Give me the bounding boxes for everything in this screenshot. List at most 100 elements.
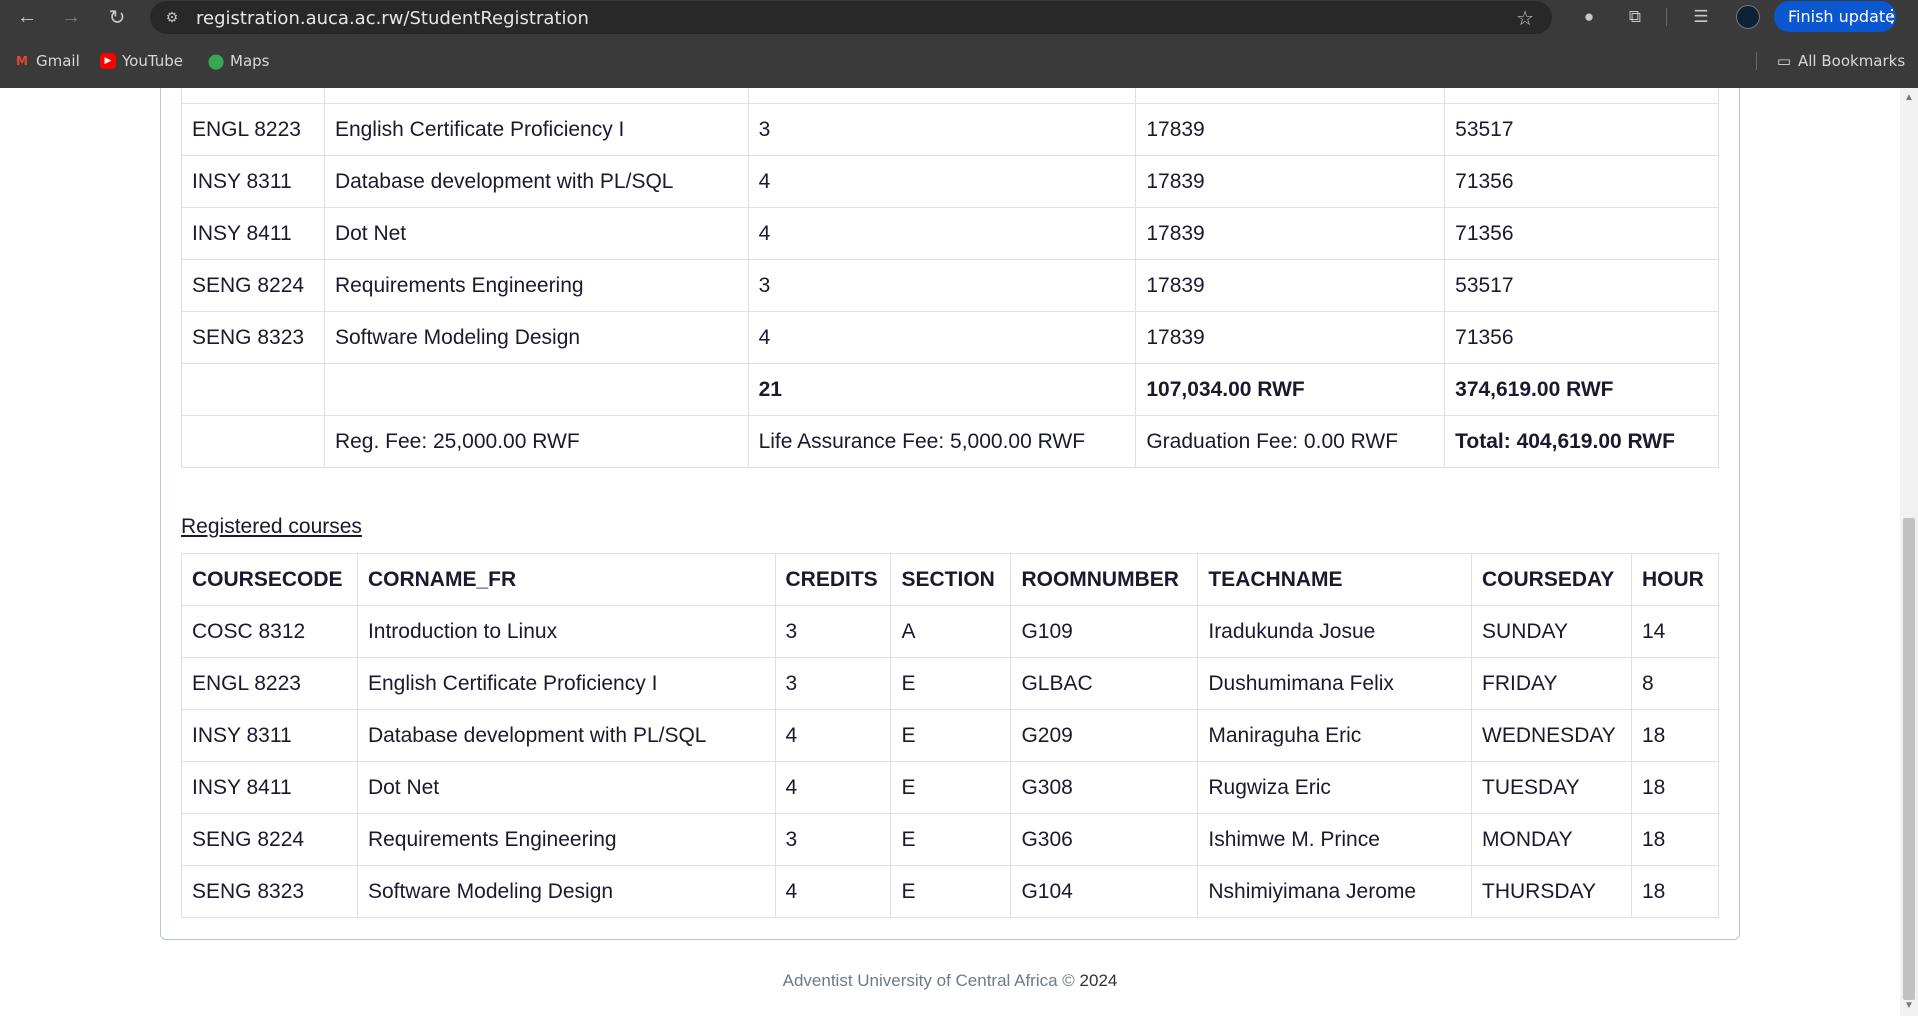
- course-name-cell: Introduction to Linux: [356, 605, 776, 658]
- bookmark-gmail[interactable]: M Gmail: [14, 52, 80, 70]
- course-code-cell: INSY 8411: [181, 207, 325, 260]
- bookmark-maps[interactable]: ⬤ Maps: [207, 52, 270, 70]
- course-name-cell: Introduction to Linux: [323, 88, 749, 104]
- course-name-cell: Dot Net: [323, 207, 749, 260]
- course-day-cell: FRIDAY: [1471, 657, 1632, 710]
- course-name-cell: Dot Net: [356, 761, 776, 814]
- finish-update-button[interactable]: Finish update: [1774, 1, 1896, 32]
- room-cell: G209: [1010, 709, 1199, 762]
- room-cell: G109: [1010, 605, 1199, 658]
- hour-cell: 8: [1630, 657, 1720, 710]
- credits-cell: 4: [747, 207, 1137, 260]
- room-cell: G308: [1010, 761, 1199, 814]
- unit-fee-cell: 17839: [1135, 103, 1446, 156]
- table-row: SENG 8224 Requirements Engineering 3 178…: [181, 259, 1719, 312]
- credits-cell: 4: [774, 865, 892, 918]
- room-cell: GLBAC: [1010, 657, 1199, 710]
- registered-courses-link[interactable]: Registered courses: [181, 515, 362, 539]
- credits-cell: 3: [747, 259, 1137, 312]
- bookmarks-bar: M Gmail ▶ YouTube ⬤ Maps ▭ All Bookmarks: [0, 44, 1918, 80]
- table-row: INSY 8311 Database development with PL/S…: [181, 155, 1719, 208]
- back-arrow-icon[interactable]: ←: [12, 2, 42, 32]
- course-day-cell: THURSDAY: [1471, 865, 1632, 918]
- credits-cell: 3: [774, 605, 892, 658]
- life-assurance-fee-cell: Life Assurance Fee: 5,000.00 RWF: [747, 415, 1137, 468]
- credits-cell: 3: [747, 88, 1137, 104]
- credits-cell: 4: [774, 709, 892, 762]
- section-cell: E: [890, 761, 1012, 814]
- reload-icon[interactable]: ↻: [102, 2, 132, 32]
- unit-fee-cell: 17839: [1135, 207, 1446, 260]
- scroll-down-arrow-icon[interactable]: ▼: [1904, 1000, 1914, 1011]
- course-code-cell: INSY 8411: [181, 761, 358, 814]
- address-bar[interactable]: ⚙ registration.auca.ac.rw/StudentRegistr…: [150, 1, 1552, 34]
- all-bookmarks[interactable]: ▭ All Bookmarks: [1776, 52, 1905, 70]
- table-row: ENGL 8223 English Certificate Proficienc…: [181, 103, 1719, 156]
- amount-cell: 53517: [1444, 103, 1719, 156]
- column-header: HOUR: [1630, 553, 1720, 606]
- page-content: COSC 8312 Introduction to Linux 3 17839 …: [0, 88, 1900, 1016]
- section-cell: A: [890, 605, 1012, 658]
- empty-cell: [181, 415, 325, 468]
- course-day-cell: MONDAY: [1471, 813, 1632, 866]
- bookmark-label: YouTube: [122, 52, 183, 70]
- course-name-cell: Requirements Engineering: [356, 813, 776, 866]
- table-row: COSC 8312 Introduction to Linux 3 A G109…: [181, 605, 1720, 658]
- fees-row: Reg. Fee: 25,000.00 RWF Life Assurance F…: [181, 415, 1719, 468]
- browser-menu-icon[interactable]: ⋮: [1883, 1, 1901, 32]
- table-row: SENG 8323 Software Modeling Design 4 178…: [181, 311, 1719, 364]
- toolbar-separator: [1666, 8, 1667, 26]
- bookmarks-separator: [1756, 52, 1757, 70]
- teacher-cell: Rugwiza Eric: [1197, 761, 1473, 814]
- column-header: TEACHNAME: [1197, 553, 1473, 606]
- maps-icon: ⬤: [207, 52, 225, 70]
- hour-cell: 18: [1630, 813, 1720, 866]
- credits-cell: 3: [747, 103, 1137, 156]
- column-header: CREDITS: [774, 553, 892, 606]
- teacher-cell: Nshimiyimana Jerome: [1197, 865, 1473, 918]
- course-day-cell: WEDNESDAY: [1471, 709, 1632, 762]
- section-cell: E: [890, 657, 1012, 710]
- site-settings-icon[interactable]: ⚙: [164, 9, 180, 25]
- table-row: SENG 8323 Software Modeling Design 4 E G…: [181, 865, 1720, 918]
- browser-toolbar: ← → ↻ ⚙ registration.auca.ac.rw/StudentR…: [0, 0, 1918, 34]
- bookmark-youtube[interactable]: ▶ YouTube: [100, 52, 183, 70]
- table-header-row: COURSECODE CORNAME_FR CREDITS SECTION RO…: [181, 553, 1720, 606]
- course-day-cell: TUESDAY: [1471, 761, 1632, 814]
- teacher-cell: Dushumimana Felix: [1197, 657, 1473, 710]
- youtube-icon: ▶: [100, 53, 116, 69]
- url-text[interactable]: registration.auca.ac.rw/StudentRegistrat…: [196, 8, 589, 29]
- course-code-cell: COSC 8312: [181, 605, 358, 658]
- course-fees-table: COSC 8312 Introduction to Linux 3 17839 …: [181, 88, 1719, 468]
- course-code-cell: SENG 8224: [181, 813, 358, 866]
- bookmark-label: Maps: [230, 52, 270, 70]
- puzzle-icon[interactable]: ⧉: [1624, 6, 1646, 28]
- course-code-cell: INSY 8311: [181, 155, 325, 208]
- room-cell: G306: [1010, 813, 1199, 866]
- scroll-up-arrow-icon[interactable]: ▲: [1904, 92, 1914, 103]
- total-credits-cell: 21: [747, 363, 1137, 416]
- extension-icon[interactable]: ●: [1578, 6, 1600, 28]
- course-name-cell: Database development with PL/SQL: [356, 709, 776, 762]
- column-header: COURSECODE: [181, 553, 358, 606]
- course-day-cell: SUNDAY: [1471, 605, 1632, 658]
- table-row: INSY 8411 Dot Net 4 17839 71356: [181, 207, 1719, 260]
- gmail-icon: M: [16, 54, 28, 68]
- footer-text: Adventist University of Central Africa ©: [782, 971, 1075, 990]
- scrollbar-thumb[interactable]: [1903, 518, 1915, 1000]
- profile-avatar[interactable]: [1736, 5, 1760, 29]
- bookmark-star-icon[interactable]: ☆: [1516, 6, 1534, 31]
- page-scrollbar[interactable]: ▲ ▼: [1900, 88, 1918, 1016]
- unit-fee-cell: 17839: [1135, 88, 1446, 104]
- forward-arrow-icon[interactable]: →: [56, 2, 86, 32]
- unit-fee-cell: 17839: [1135, 259, 1446, 312]
- grand-total-cell: Total: 404,619.00 RWF: [1444, 415, 1719, 468]
- column-header: ROOMNUMBER: [1010, 553, 1199, 606]
- hour-cell: 14: [1630, 605, 1720, 658]
- reading-list-icon[interactable]: ☰: [1690, 6, 1712, 28]
- unit-fee-cell: 17839: [1135, 311, 1446, 364]
- empty-cell: [323, 363, 749, 416]
- course-name-cell: Software Modeling Design: [356, 865, 776, 918]
- credits-cell: 4: [747, 311, 1137, 364]
- room-cell: G104: [1010, 865, 1199, 918]
